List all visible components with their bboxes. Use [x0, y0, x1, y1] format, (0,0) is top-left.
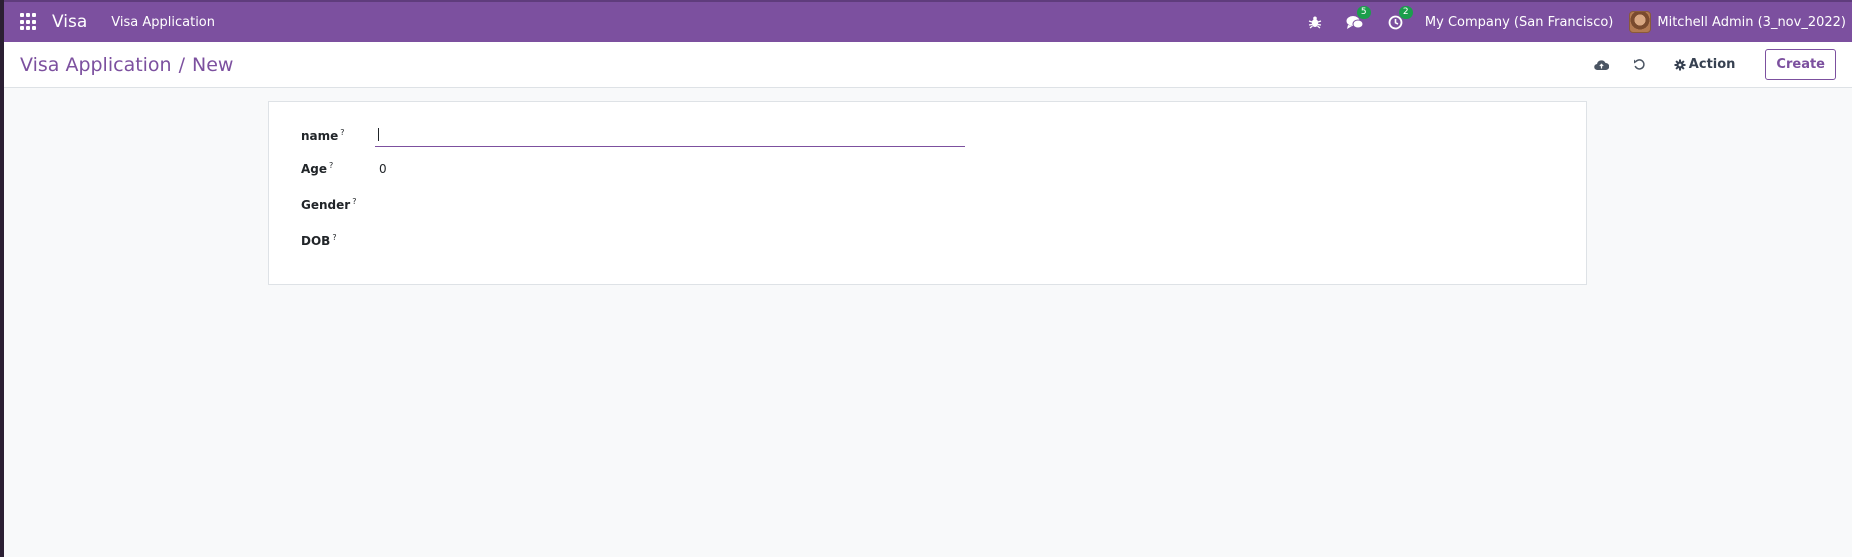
- top-navbar: Visa Visa Application 5 2 My Company (Sa…: [4, 0, 1852, 42]
- bug-icon[interactable]: [1308, 15, 1322, 29]
- app-brand[interactable]: Visa: [52, 12, 87, 32]
- breadcrumb-separator: /: [178, 53, 186, 76]
- help-tooltip-icon[interactable]: ?: [329, 161, 333, 170]
- user-menu[interactable]: Mitchell Admin (3_nov_2022): [1629, 11, 1846, 33]
- discard-undo-icon[interactable]: [1633, 58, 1646, 71]
- text-cursor: [378, 128, 379, 141]
- field-label-dob: DOB?: [301, 233, 375, 248]
- age-field[interactable]: 0: [375, 162, 387, 176]
- menu-item-visa-application[interactable]: Visa Application: [111, 15, 215, 30]
- gear-icon: [1674, 59, 1686, 70]
- dob-field[interactable]: [375, 232, 575, 248]
- help-tooltip-icon[interactable]: ?: [332, 233, 336, 242]
- gender-field[interactable]: [375, 196, 575, 212]
- messages-count-badge: 5: [1356, 5, 1371, 19]
- field-label-age: Age?: [301, 161, 375, 176]
- messages-icon[interactable]: 5: [1346, 5, 1371, 30]
- help-tooltip-icon[interactable]: ?: [340, 128, 344, 137]
- create-button[interactable]: Create: [1765, 49, 1836, 80]
- field-label-gender-text: Gender: [301, 197, 351, 212]
- action-label: Action: [1688, 57, 1736, 72]
- breadcrumb: Visa Application / New: [20, 54, 233, 76]
- action-menu-button[interactable]: Action: [1674, 57, 1736, 72]
- company-switcher[interactable]: My Company (San Francisco): [1425, 15, 1613, 30]
- field-label-dob-text: DOB: [301, 233, 331, 248]
- navbar-systray: 5 2 My Company (San Francisco) Mitchell …: [1296, 2, 1852, 42]
- field-label-age-text: Age: [301, 162, 328, 176]
- activities-count-badge: 2: [1398, 5, 1413, 19]
- field-row-dob: DOB?: [301, 232, 575, 248]
- control-panel: Visa Application / New Action Create: [4, 42, 1852, 88]
- activities-clock-icon[interactable]: 2: [1388, 5, 1413, 30]
- field-row-gender: Gender?: [301, 196, 575, 212]
- field-label-name-text: name: [301, 129, 339, 143]
- control-panel-actions: Action Create: [1582, 49, 1852, 80]
- avatar: [1629, 11, 1652, 33]
- apps-menu-icon[interactable]: [20, 13, 38, 31]
- save-cloud-icon[interactable]: [1594, 59, 1609, 71]
- field-row-age: Age? 0: [301, 161, 387, 176]
- breadcrumb-parent-link[interactable]: Visa Application: [20, 54, 172, 76]
- form-sheet: name? Age? 0 Gender? DOB?: [268, 101, 1587, 285]
- breadcrumb-current: New: [192, 53, 234, 76]
- field-row-name: name?: [301, 124, 965, 147]
- help-tooltip-icon[interactable]: ?: [352, 197, 356, 206]
- name-input[interactable]: [375, 125, 965, 147]
- field-label-name: name?: [301, 128, 375, 143]
- field-label-gender: Gender?: [301, 197, 375, 212]
- user-name: Mitchell Admin (3_nov_2022): [1657, 14, 1846, 30]
